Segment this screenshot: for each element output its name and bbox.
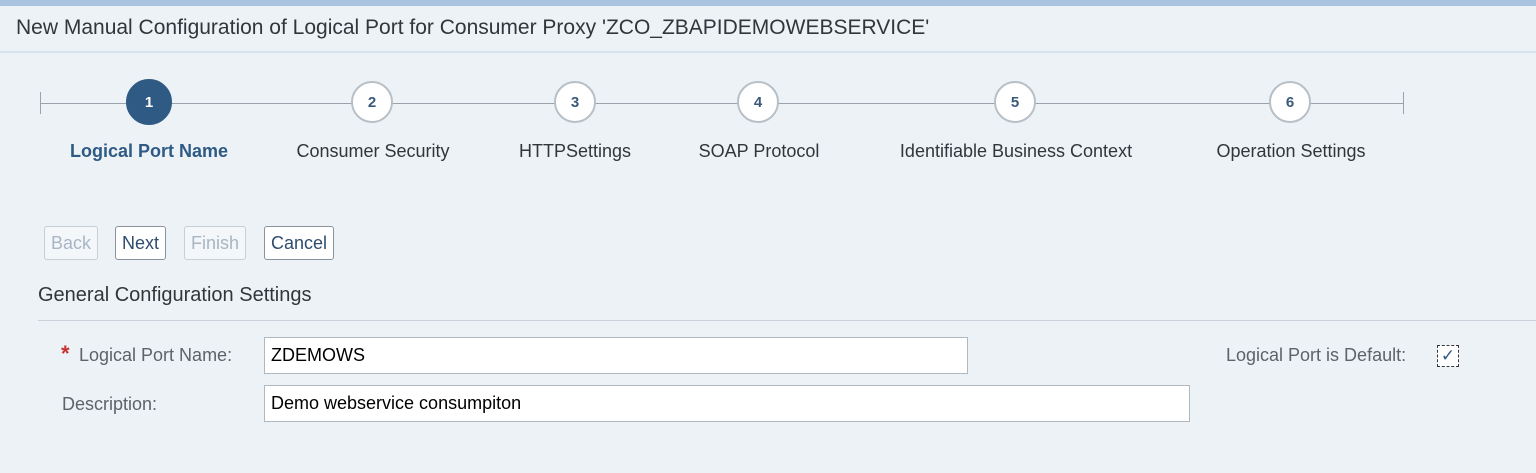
wizard-step-4[interactable]: 4 [737, 81, 779, 123]
back-button[interactable]: Back [44, 226, 99, 260]
section-title: General Configuration Settings [38, 284, 312, 306]
default-checkbox[interactable]: ✓ [1437, 345, 1459, 367]
description-input[interactable] [264, 385, 1190, 422]
title-divider [0, 51, 1536, 53]
wizard-step-label-4[interactable]: SOAP Protocol [699, 141, 820, 162]
page-title: New Manual Configuration of Logical Port… [16, 16, 930, 39]
wizard-step-label-2[interactable]: Consumer Security [296, 141, 449, 162]
cancel-button[interactable]: Cancel [264, 226, 335, 260]
logical-port-name-input[interactable] [264, 337, 968, 374]
next-button[interactable]: Next [115, 226, 167, 260]
wizard-step-2[interactable]: 2 [351, 81, 393, 123]
finish-button[interactable]: Finish [184, 226, 247, 260]
description-label: Description: [62, 394, 158, 414]
wizard-step-6[interactable]: 6 [1269, 81, 1311, 123]
wizard-step-label-1[interactable]: Logical Port Name [70, 141, 228, 162]
checkmark-icon: ✓ [1440, 346, 1456, 365]
top-accent-bar [0, 0, 1536, 6]
wizard-step-label-3[interactable]: HTTPSettings [519, 141, 631, 162]
wizard-step-label-6[interactable]: Operation Settings [1216, 141, 1365, 162]
wizard-step-label-5[interactable]: Identifiable Business Context [900, 141, 1132, 162]
wizard-step-5[interactable]: 5 [994, 81, 1036, 123]
default-label: Logical Port is Default: [1226, 345, 1407, 365]
logical-port-name-label: Logical Port Name: [79, 345, 233, 365]
wizard-step-1[interactable]: 1 [126, 79, 172, 125]
wizard-step-3[interactable]: 3 [554, 81, 596, 123]
required-marker: * [61, 341, 70, 366]
roadmap-end-tick [1403, 92, 1404, 114]
roadmap-line [40, 103, 1404, 104]
section-divider [38, 320, 1536, 321]
